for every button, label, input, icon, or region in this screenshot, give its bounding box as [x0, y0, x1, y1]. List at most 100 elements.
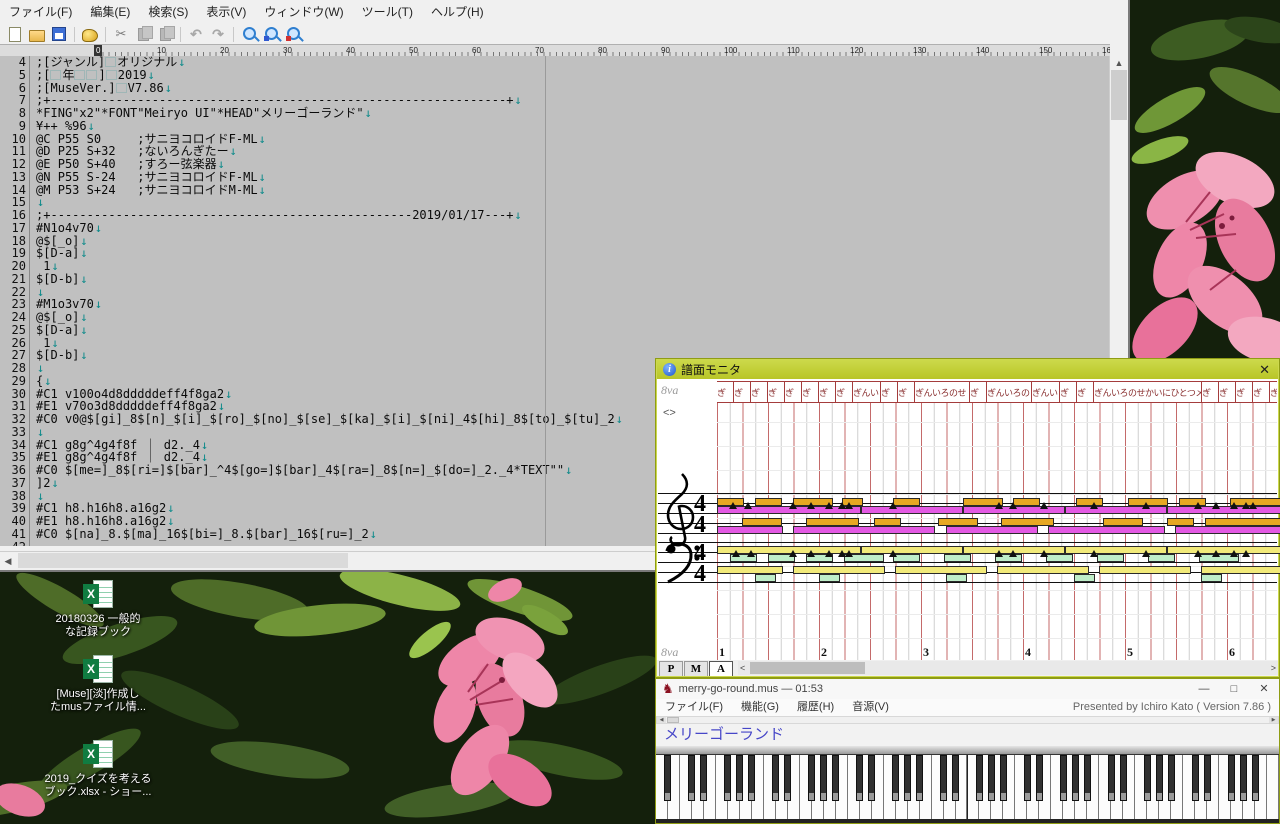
line-end-mark: ↓: [79, 272, 87, 286]
ruler-label: 140: [976, 45, 989, 56]
editor-menu-item[interactable]: 編集(E): [81, 0, 139, 24]
note-onset-marker: [1230, 502, 1238, 509]
note-bar-orange: [1013, 498, 1040, 506]
scrollbar-thumb[interactable]: [667, 717, 679, 723]
editor-line: 5;[年]2019↓: [0, 69, 1110, 82]
range-mark: <>: [663, 407, 676, 419]
line-number: 16: [0, 209, 26, 222]
desktop-icon-excel-1[interactable]: X 20180326 一般的 な記録ブック: [36, 580, 160, 639]
note-onset-marker: [789, 550, 797, 557]
find-next-button[interactable]: [261, 26, 281, 43]
desktop-icon-excel-3[interactable]: X 2019_クイズを考える ブック.xlsx - ショー...: [36, 740, 160, 799]
excel-file-icon: X: [81, 655, 115, 685]
cut-button[interactable]: ✂: [111, 26, 131, 43]
line-text: $[D-b]↓: [30, 273, 88, 286]
note-bar-yellow: [793, 566, 885, 574]
measure-number: 6: [1229, 645, 1235, 660]
scroll-left-icon[interactable]: ◀: [657, 717, 666, 723]
line-text: ;+--------------------------------------…: [30, 209, 522, 222]
maximize-button[interactable]: □: [1219, 679, 1249, 699]
measure-number: 3: [923, 645, 929, 660]
scroll-left-icon[interactable]: <: [740, 661, 745, 675]
scroll-right-icon[interactable]: ▶: [1269, 717, 1278, 723]
player-menu-item[interactable]: 機能(G): [732, 699, 788, 715]
treble-clef-icon: [660, 471, 696, 547]
piano-black-key: [1240, 755, 1247, 801]
save-file-button[interactable]: [49, 26, 69, 43]
lyric-cell: ぎ: [1253, 382, 1270, 402]
player-titlebar[interactable]: ♞ merry-go-round.mus — 01:53: [656, 679, 1279, 699]
line-number: 5: [0, 69, 26, 82]
editor-line: 8*FING"x2"*FONT"Meiryo UI"*HEAD"メリーゴーランド…: [0, 107, 1110, 120]
scroll-right-icon[interactable]: >: [1271, 661, 1276, 675]
new-file-button[interactable]: [5, 26, 25, 43]
editor-menu-item[interactable]: ファイル(F): [0, 0, 81, 24]
piano-black-key: [952, 755, 959, 801]
line-end-mark: ↓: [364, 106, 372, 120]
line-end-mark: ↓: [217, 157, 225, 171]
editor-menu-item[interactable]: ヘルプ(H): [422, 0, 493, 24]
excel-file-icon: X: [81, 740, 115, 770]
minimize-button[interactable]: —: [1189, 679, 1219, 699]
piano-black-key: [856, 755, 863, 801]
editor-line: 26 1↓: [0, 337, 1110, 350]
scrollbar-thumb[interactable]: [1111, 70, 1127, 120]
lyric-cell: ぎ: [1219, 382, 1236, 402]
find-button[interactable]: [239, 26, 259, 43]
piano-black-key: [1168, 755, 1175, 801]
open-file-button[interactable]: [27, 26, 47, 43]
line-end-mark: ↓: [564, 463, 572, 477]
scroll-up-icon[interactable]: ▲: [1110, 56, 1128, 70]
undo-button[interactable]: ↶: [186, 26, 206, 43]
player-menu-item[interactable]: 音源(V): [843, 699, 898, 715]
mode-button-p[interactable]: P: [659, 661, 683, 676]
player-menu-item[interactable]: ファイル(F): [656, 699, 732, 715]
note-bar-orange: [893, 498, 920, 506]
line-end-mark: ↓: [513, 208, 521, 222]
scroll-left-icon[interactable]: ◀: [0, 552, 16, 570]
staff-line: [658, 582, 1277, 583]
cut-icon: ✂: [116, 27, 127, 41]
note-bar-orange: [1001, 518, 1054, 526]
close-button[interactable]: ✕: [1249, 679, 1279, 699]
find-prev-button[interactable]: [283, 26, 303, 43]
redo-button[interactable]: ↷: [208, 26, 228, 43]
close-icon[interactable]: ✕: [1259, 362, 1270, 378]
mode-button-a[interactable]: A: [709, 661, 733, 676]
score-monitor-titlebar[interactable]: i 譜面モニタ ✕: [657, 360, 1278, 379]
player-window-title: merry-go-round.mus — 01:53: [679, 683, 823, 695]
line-end-mark: ↓: [36, 361, 44, 375]
score-horizontal-scrollbar[interactable]: < >: [738, 661, 1278, 675]
desktop-icon-excel-2[interactable]: X [Muse][淡]作成し たmusファイル情...: [36, 655, 160, 714]
measure-number: 1: [719, 645, 725, 660]
lyric-cell: ぎ: [898, 382, 915, 402]
line-number: 17: [0, 222, 26, 235]
note-onset-marker: [1009, 502, 1017, 509]
open-file-icon: [29, 30, 45, 42]
editor-menu-item[interactable]: 表示(V): [197, 0, 255, 24]
muse-play-button[interactable]: [80, 26, 100, 43]
editor-menu-item[interactable]: 検索(S): [139, 0, 197, 24]
editor-line: 19$[D-a]↓: [0, 247, 1110, 260]
paste-button[interactable]: [155, 26, 175, 43]
note-onset-marker: [825, 550, 833, 557]
line-number: 37: [0, 477, 26, 490]
scrollbar-thumb[interactable]: [18, 553, 348, 568]
editor-line: 20 1↓: [0, 260, 1110, 273]
note-bar-orange: [1205, 518, 1280, 526]
note-bar-magenta: [946, 526, 1038, 534]
note-bar-yellow: [861, 546, 963, 554]
mode-button-m[interactable]: M: [684, 661, 708, 676]
note-onset-marker: [825, 502, 833, 509]
editor-menu-item[interactable]: ウィンドウ(W): [255, 0, 352, 24]
player-menu-item[interactable]: 履歴(H): [788, 699, 843, 715]
note-onset-marker: [1090, 550, 1098, 557]
note-bar-yellow: [1167, 546, 1280, 554]
lyric-cell: ぎ: [1236, 382, 1253, 402]
note-onset-marker: [1212, 502, 1220, 509]
line-end-mark: ↓: [79, 310, 87, 324]
player-horizontal-scrollbar[interactable]: ◀ ▶: [656, 716, 1279, 724]
copy-button[interactable]: [133, 26, 153, 43]
editor-menu-item[interactable]: ツール(T): [353, 0, 422, 24]
scrollbar-thumb[interactable]: [750, 662, 865, 674]
